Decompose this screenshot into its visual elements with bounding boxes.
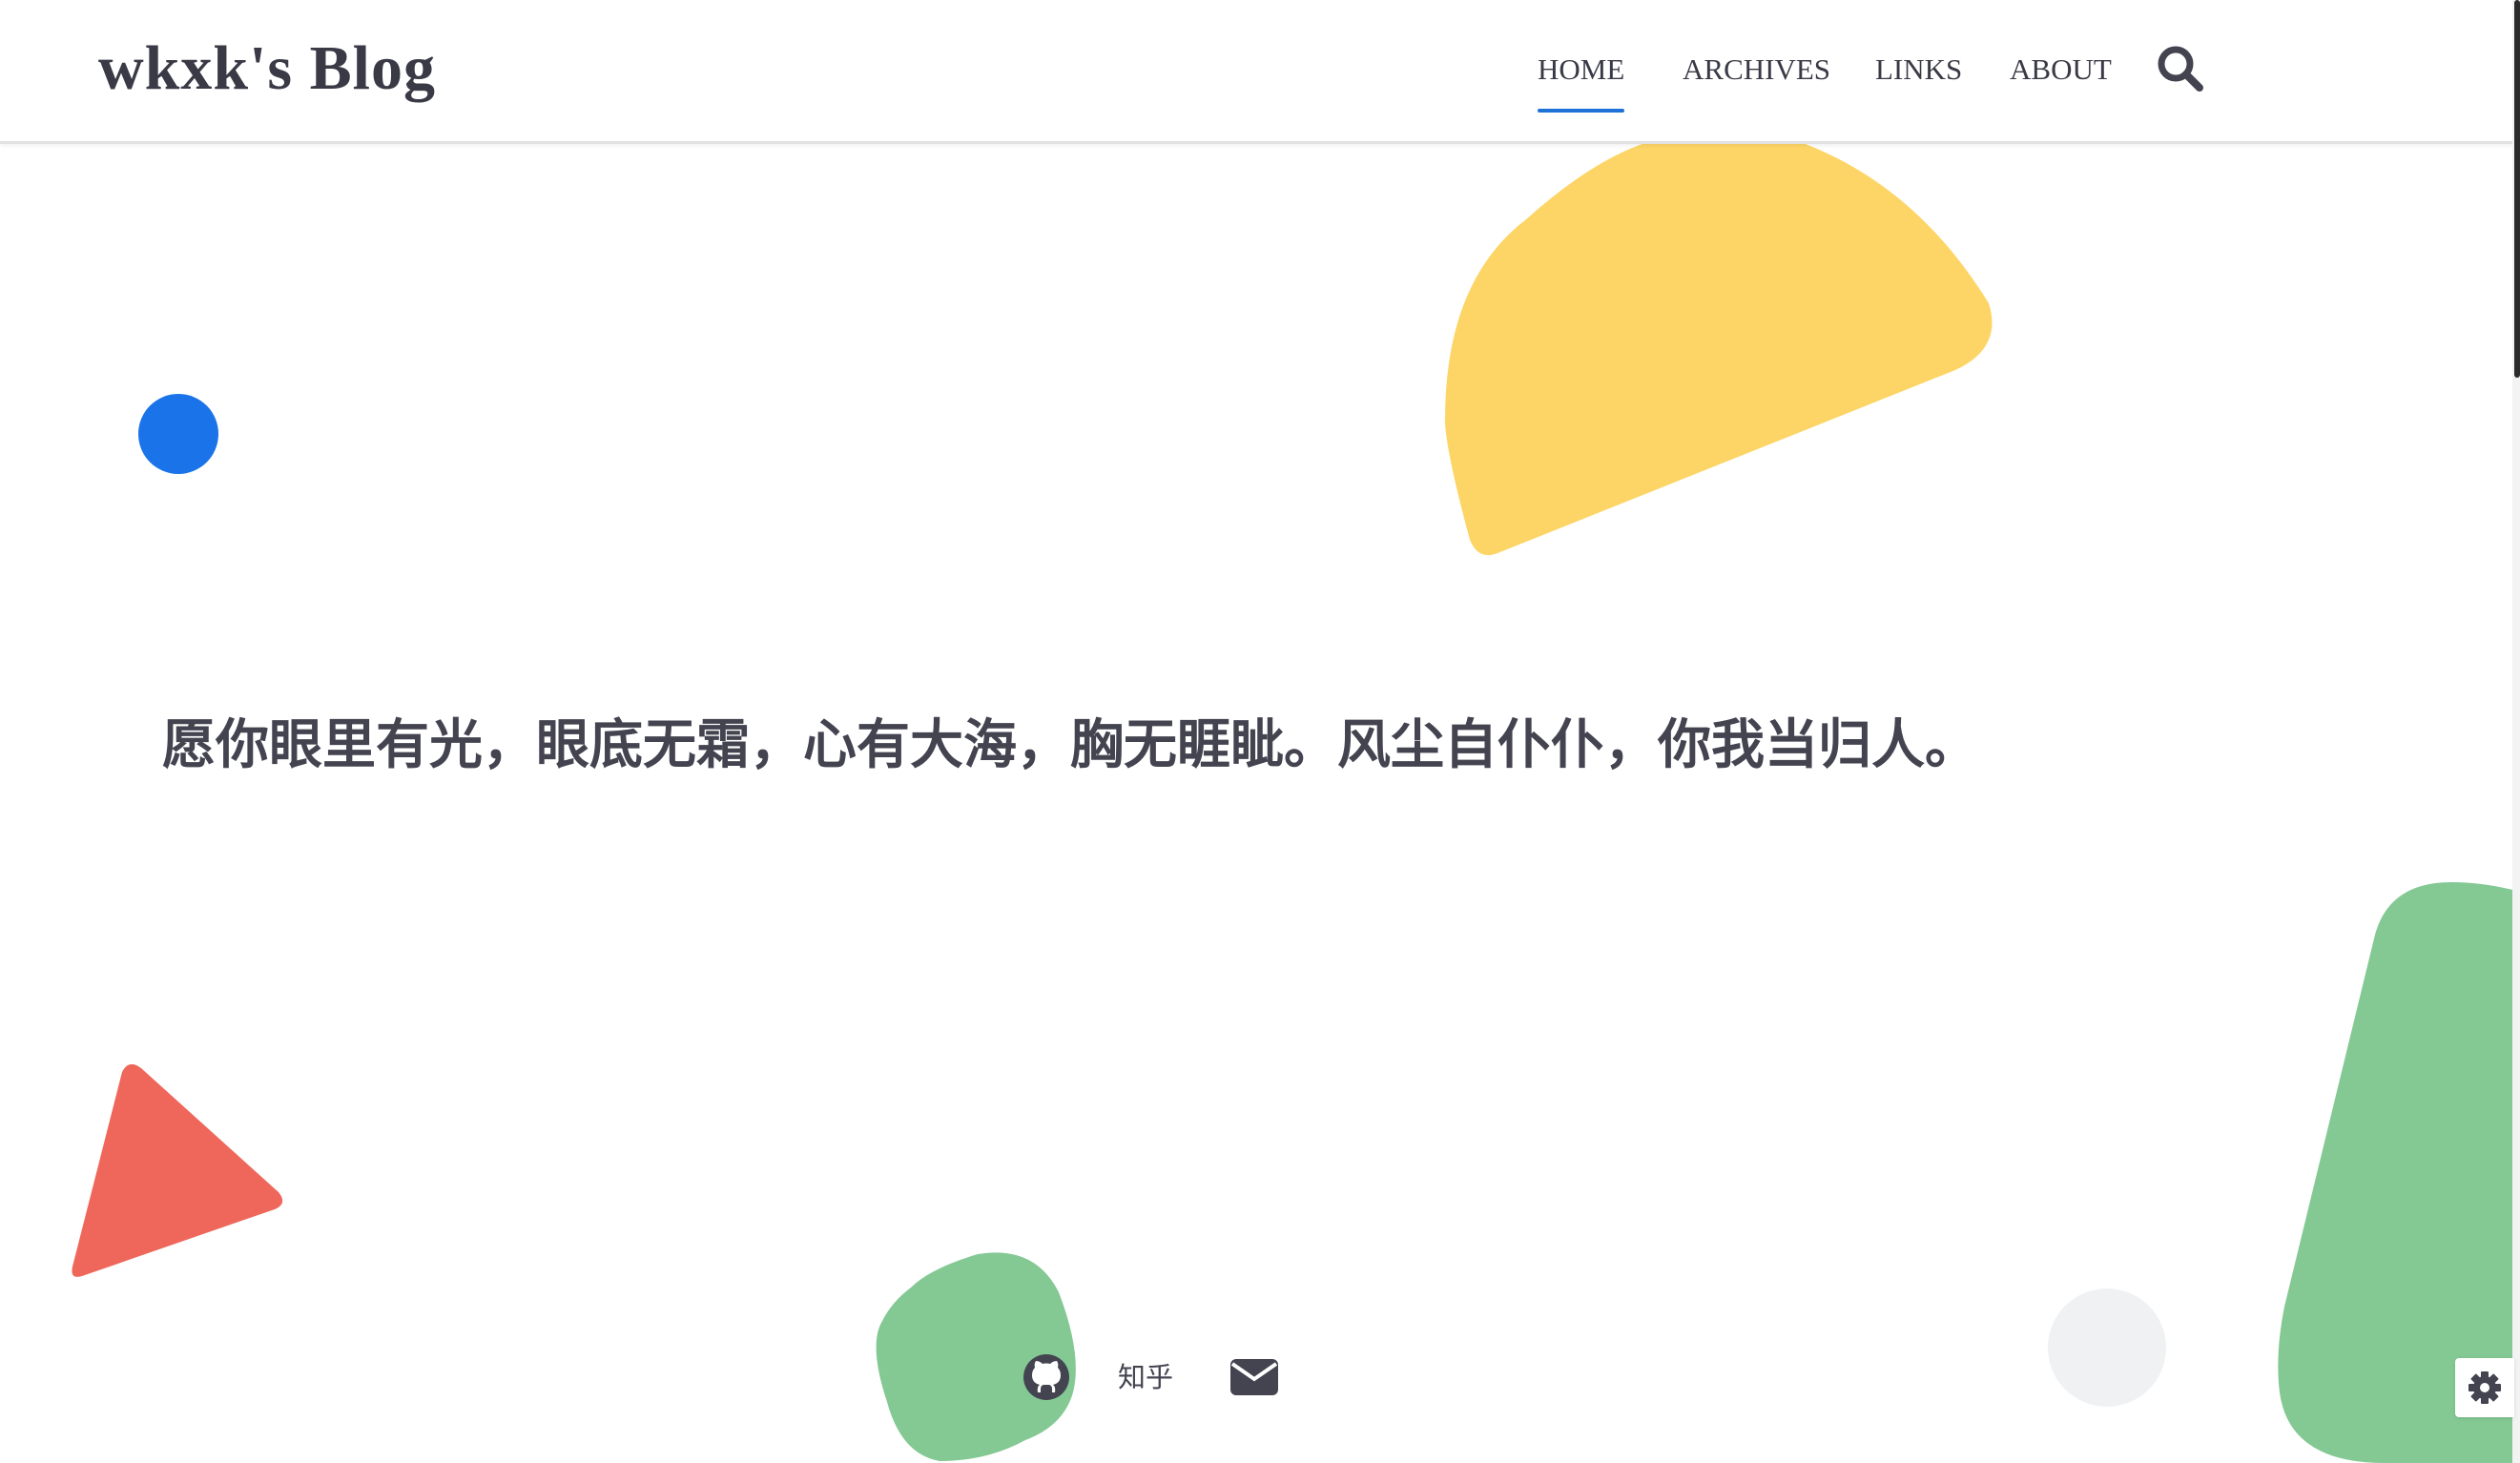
vertical-scrollbar-thumb[interactable] bbox=[2514, 0, 2520, 378]
blue-dot-decoration bbox=[138, 394, 218, 474]
search-icon[interactable] bbox=[2156, 44, 2205, 93]
envelope-icon[interactable] bbox=[1229, 1358, 1279, 1401]
github-icon[interactable] bbox=[1022, 1352, 1071, 1407]
nav-home[interactable]: HOME bbox=[1538, 48, 1625, 113]
red-triangle-decoration bbox=[72, 1063, 283, 1277]
settings-button[interactable] bbox=[2455, 1358, 2514, 1417]
top-navbar: wkxk's Blog HOME ARCHIVES LINKS ABOUT bbox=[0, 0, 2520, 144]
page: wkxk's Blog HOME ARCHIVES LINKS ABOUT 愿你… bbox=[0, 0, 2520, 1463]
hero-quote: 愿你眼里有光，眼底无霜，心有大海，胸无睚眦。风尘自仆仆，你我当归人。 bbox=[162, 714, 1978, 776]
yellow-semicircle-decoration bbox=[1445, 134, 1993, 556]
gear-icon bbox=[2468, 1371, 2501, 1404]
site-title[interactable]: wkxk's Blog bbox=[98, 21, 436, 116]
zhihu-link[interactable]: 知乎 bbox=[1118, 1358, 1173, 1396]
nav-links[interactable]: LINKS bbox=[1875, 48, 1962, 92]
nav-archives[interactable]: ARCHIVES bbox=[1683, 48, 1830, 92]
nav-about[interactable]: ABOUT bbox=[2010, 48, 2112, 92]
gray-circle-decoration bbox=[2048, 1288, 2166, 1407]
